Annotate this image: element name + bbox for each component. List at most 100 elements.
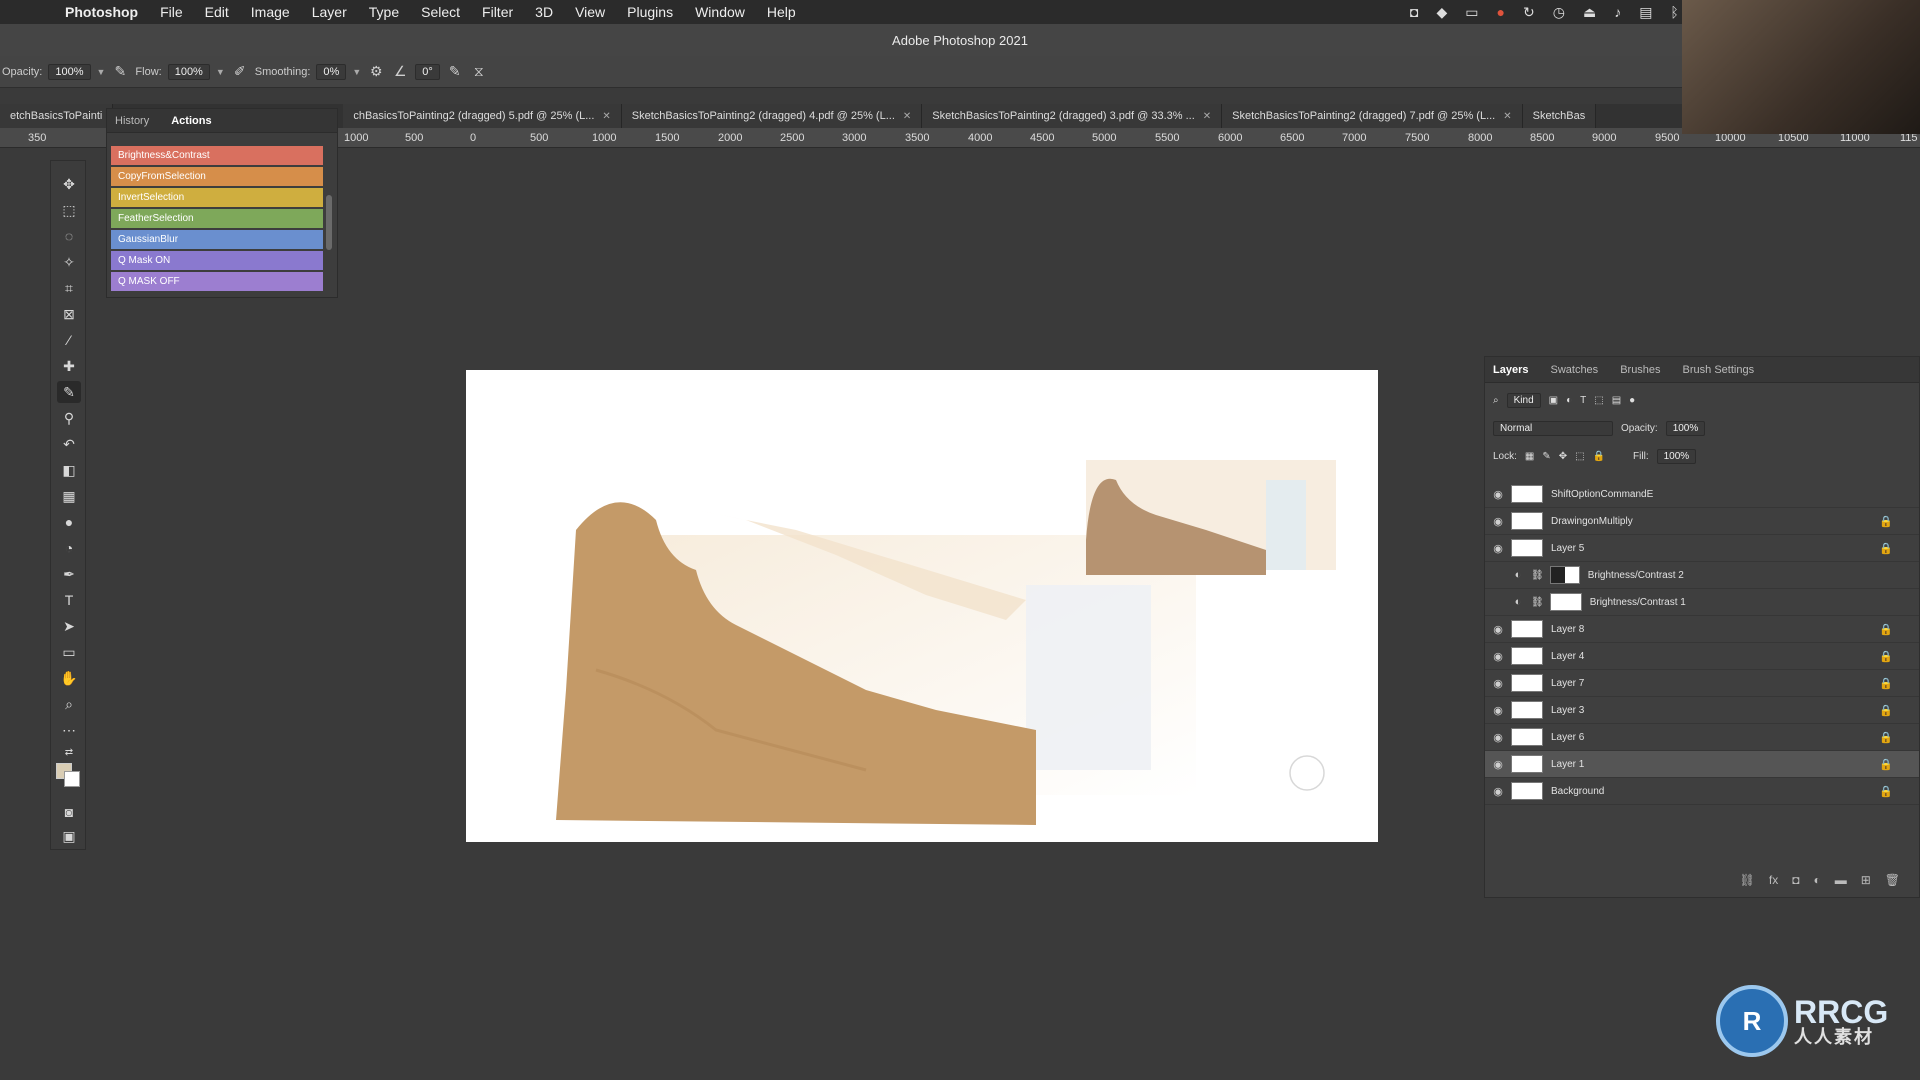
clone-stamp-tool-icon[interactable]: ⚲ [57,407,81,429]
eye-icon[interactable]: ◉ [1485,515,1511,528]
eye-icon[interactable]: ◉ [1485,488,1511,501]
eye-icon[interactable]: ◉ [1485,731,1511,744]
menu-image[interactable]: Image [240,4,301,20]
action-button[interactable]: Q Mask ON [111,251,323,270]
menu-select[interactable]: Select [410,4,471,20]
close-icon[interactable]: ✕ [602,111,610,122]
adjustment-icon[interactable]: ◐ [1505,596,1531,608]
opacity-field[interactable]: 100% [48,63,91,80]
pen-tool-icon[interactable]: ✒ [57,563,81,585]
layer-row[interactable]: ◉ Layer 6 🔒 [1485,724,1919,751]
chevron-down-icon[interactable]: ▼ [97,67,106,77]
frame-tool-icon[interactable]: ⊠ [57,303,81,325]
volume-icon[interactable]: ♪ [1614,4,1621,20]
type-filter-icon[interactable]: T [1580,395,1586,406]
action-button[interactable]: Brightness&Contrast [111,146,323,165]
trash-icon[interactable]: 🗑 [1885,873,1900,887]
record-icon[interactable]: ● [1497,4,1505,20]
smart-object-filter-icon[interactable]: ▤ [1612,395,1621,406]
lock-all-icon[interactable]: 🔒 [1593,451,1605,462]
add-mask-icon[interactable]: ◘ [1792,873,1799,887]
display-icon[interactable]: ▭ [1465,4,1478,21]
menu-photoshop[interactable]: Photoshop [54,4,149,20]
eye-icon[interactable]: ◉ [1485,758,1511,771]
airbrush-icon[interactable]: ✐ [231,63,249,81]
document-canvas[interactable] [466,370,1378,842]
eye-icon[interactable]: ◉ [1485,623,1511,636]
doc-tab[interactable]: SketchBasicsToPainting2 (dragged) 3.pdf … [922,104,1223,128]
menu-filter[interactable]: Filter [471,4,524,20]
pressure-size-icon[interactable]: ✎ [446,63,464,81]
apple-icon[interactable] [18,0,42,24]
tab-swatches[interactable]: Swatches [1550,364,1598,376]
eye-icon[interactable]: ◉ [1485,542,1511,555]
menu-view[interactable]: View [564,4,616,20]
screen-mode-icon[interactable]: ▣ [57,825,81,847]
clock-icon[interactable]: ◷ [1553,4,1565,21]
lock-transparency-icon[interactable]: ▦ [1525,451,1534,462]
eraser-tool-icon[interactable]: ◧ [57,459,81,481]
cc-icon[interactable]: ◘ [1410,4,1418,20]
blend-mode-select[interactable]: Normal [1493,421,1613,436]
type-tool-icon[interactable]: T [57,589,81,611]
bluetooth-icon[interactable]: ᛒ [1670,4,1678,20]
quick-mask-icon[interactable]: ◙ [57,801,81,823]
adjustment-icon[interactable]: ◐ [1505,569,1531,581]
menu-layer[interactable]: Layer [301,4,358,20]
layer-row[interactable]: ◉ Layer 7 🔒 [1485,670,1919,697]
menu-type[interactable]: Type [358,4,410,20]
keyboard-icon[interactable]: ▤ [1639,4,1652,21]
lock-position-icon[interactable]: ✥ [1559,451,1567,462]
new-group-icon[interactable]: ▬ [1835,873,1847,887]
action-button[interactable]: GaussianBlur [111,230,323,249]
chevron-down-icon[interactable]: ▼ [216,67,225,77]
layer-row[interactable]: ◐ ⛓ Brightness/Contrast 2 [1485,562,1919,589]
layer-fill-field[interactable]: 100% [1656,449,1697,464]
layer-row[interactable]: ◉ Layer 8 🔒 [1485,616,1919,643]
tab-history[interactable]: History [115,115,149,127]
doc-tab[interactable]: SketchBas [1522,104,1597,128]
layer-filter-kind[interactable]: Kind [1506,393,1541,408]
menu-help[interactable]: Help [756,4,807,20]
layer-row[interactable]: ◉ Layer 4 🔒 [1485,643,1919,670]
layer-row[interactable]: ◉ Background 🔒 [1485,778,1919,805]
more-tools-icon[interactable]: ⋯ [57,719,81,741]
angle-field[interactable]: 0° [415,63,440,80]
layer-row[interactable]: ◉ ShiftOptionCommandE [1485,481,1919,508]
menu-3d[interactable]: 3D [524,4,564,20]
history-brush-tool-icon[interactable]: ↶ [57,433,81,455]
magic-wand-tool-icon[interactable]: ✧ [57,251,81,273]
pixel-filter-icon[interactable]: ▣ [1549,395,1558,406]
eyedropper-tool-icon[interactable]: ⁄ [57,329,81,351]
close-icon[interactable]: ✕ [1503,111,1511,122]
menu-file[interactable]: File [149,4,194,20]
action-button[interactable]: InvertSelection [111,188,323,207]
move-tool-icon[interactable]: ✥ [57,173,81,195]
eject-icon[interactable]: ⏏ [1583,4,1596,21]
doc-tab[interactable]: SketchBasicsToPainting2 (dragged) 4.pdf … [621,104,923,128]
layer-row[interactable]: ◉ DrawingonMultiply 🔒 [1485,508,1919,535]
layer-opacity-field[interactable]: 100% [1665,421,1706,436]
layer-row-selected[interactable]: ◉ Layer 1 🔒 [1485,751,1919,778]
dodge-tool-icon[interactable]: ◔ [57,537,81,559]
lock-pixels-icon[interactable]: ✎ [1542,451,1550,462]
action-button[interactable]: CopyFromSelection [111,167,323,186]
eye-icon[interactable]: ◉ [1485,677,1511,690]
layer-row[interactable]: ◉ Layer 5 🔒 [1485,535,1919,562]
blur-tool-icon[interactable]: ● [57,511,81,533]
tab-actions[interactable]: Actions [171,115,211,127]
chain-icon[interactable]: ⛓ [1531,597,1544,608]
shape-filter-icon[interactable]: ⬚ [1594,395,1603,406]
dropbox-icon[interactable]: ◆ [1437,4,1448,21]
close-icon[interactable]: ✕ [1203,111,1211,122]
menu-edit[interactable]: Edit [194,4,240,20]
menu-plugins[interactable]: Plugins [616,4,684,20]
doc-tab[interactable]: SketchBasicsToPainting2 (dragged) 7.pdf … [1222,104,1523,128]
smoothing-field[interactable]: 0% [316,63,347,80]
gradient-tool-icon[interactable]: ▦ [57,485,81,507]
pressure-opacity-icon[interactable]: ✎ [111,63,129,81]
eye-icon[interactable]: ◉ [1485,785,1511,798]
path-selection-tool-icon[interactable]: ➤ [57,615,81,637]
doc-tab[interactable]: etchBasicsToPainti [0,104,114,128]
menu-window[interactable]: Window [684,4,756,20]
